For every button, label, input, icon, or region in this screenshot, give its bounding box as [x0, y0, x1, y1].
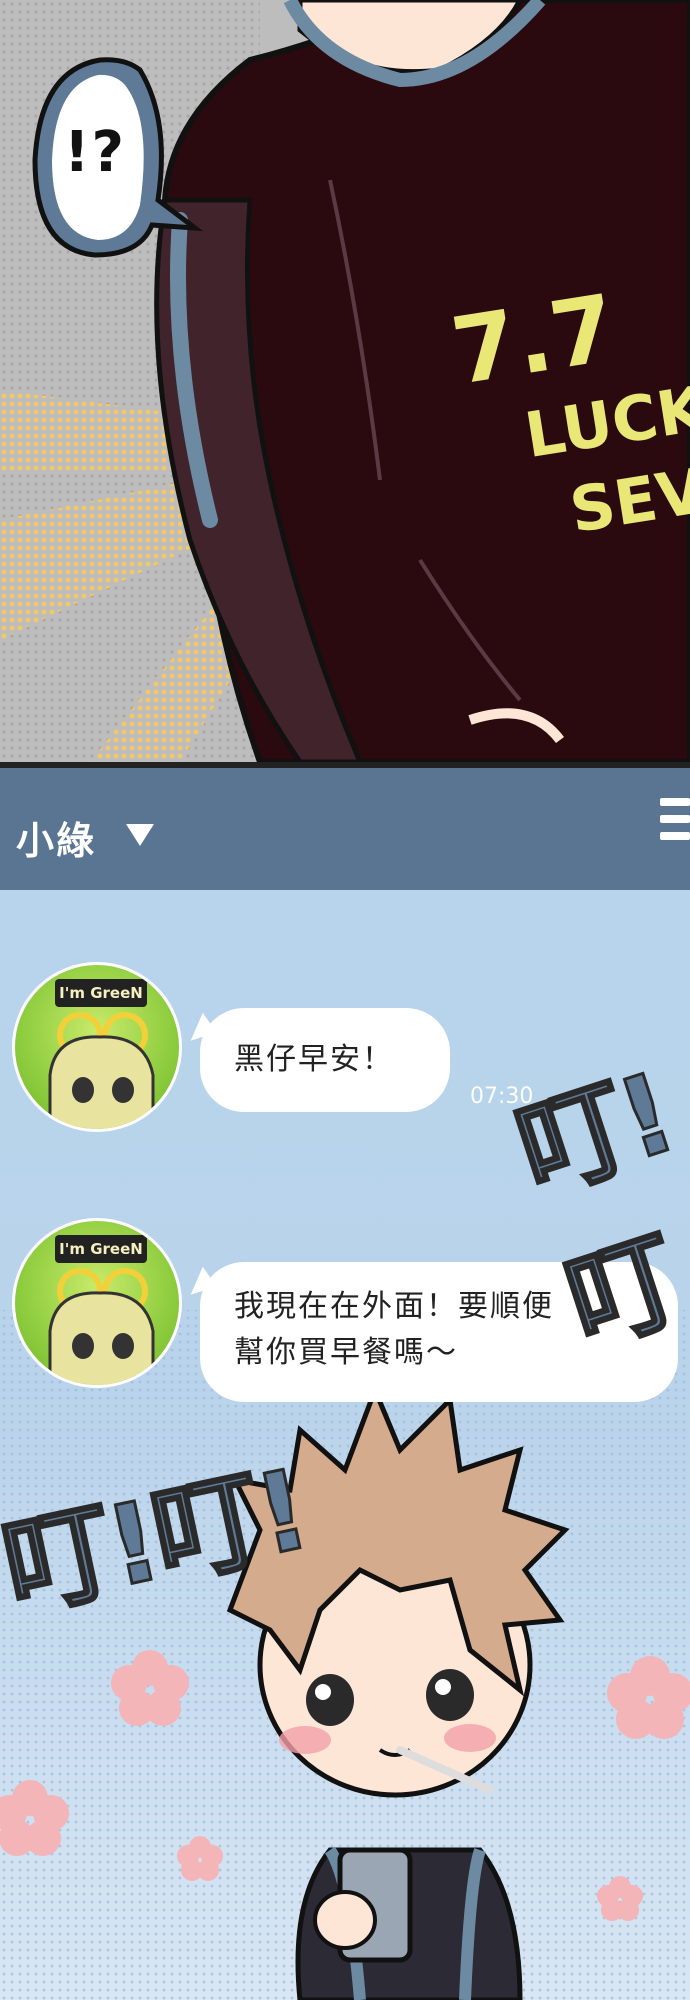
triangle-down-icon[interactable] — [126, 824, 154, 846]
chat-contact-name[interactable]: 小綠 — [16, 810, 96, 865]
message-text: 黑仔早安！ — [234, 1042, 394, 1077]
avatar[interactable]: I'm GreeN — [12, 1218, 182, 1388]
comic-page: !? 7.7 LUCK SEV 小綠 I'm GreeN 黑仔早安！ 07:30… — [0, 0, 690, 2000]
surprise-speech-bubble: !? — [30, 56, 160, 256]
comic-panel-shirt: !? 7.7 LUCK SEV — [0, 0, 690, 762]
hamburger-menu-icon[interactable] — [660, 798, 690, 858]
chat-conversation: I'm GreeN 黑仔早安！ 07:30 I'm GreeN 我現在在外面！要… — [0, 890, 690, 2000]
speech-bubble-text: !? — [63, 120, 127, 185]
avatar[interactable]: I'm GreeN — [12, 962, 182, 1132]
message-bubble[interactable]: 黑仔早安！ — [200, 1008, 450, 1112]
chat-header: 小綠 — [0, 762, 690, 890]
